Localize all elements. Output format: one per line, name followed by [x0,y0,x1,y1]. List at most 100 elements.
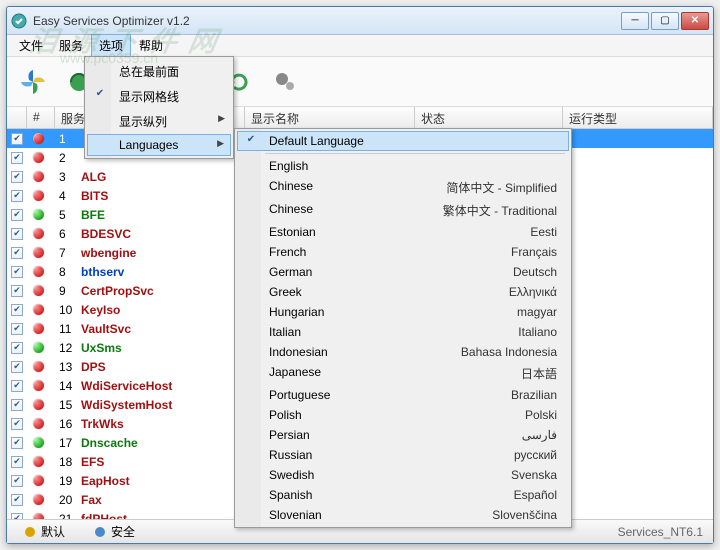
col-state[interactable]: 状态 [415,107,563,128]
row-number: 21 [55,512,77,520]
menu-help[interactable]: 帮助 [131,34,171,57]
row-status-dot [27,340,55,356]
row-number: 15 [55,398,77,412]
row-number: 7 [55,246,77,260]
gear-icon [93,525,107,539]
row-checkbox[interactable]: ✔ [7,228,27,240]
language-native: magyar [517,305,557,319]
language-item[interactable]: Hungarianmagyar [237,302,569,322]
language-en: Italian [269,325,518,339]
row-checkbox[interactable]: ✔ [7,247,27,259]
menu-separator [265,153,565,154]
close-button[interactable]: ✕ [681,12,709,30]
check-icon: ✔ [244,134,258,145]
language-en: Slovenian [269,508,492,522]
opt-show-grid[interactable]: ✔显示网格线 [87,84,231,109]
row-checkbox[interactable]: ✔ [7,171,27,183]
language-item[interactable]: GermanDeutsch [237,262,569,282]
row-checkbox[interactable]: ✔ [7,361,27,373]
row-checkbox[interactable]: ✔ [7,304,27,316]
language-item[interactable]: IndonesianBahasa Indonesia [237,342,569,362]
language-item[interactable]: Russianрусский [237,445,569,465]
menu-options[interactable]: 选项 [91,34,131,57]
row-checkbox[interactable]: ✔ [7,437,27,449]
maximize-button[interactable]: ▢ [651,12,679,30]
menu-file[interactable]: 文件 [11,34,51,57]
col-display-name[interactable]: 显示名称 [245,107,415,128]
language-item[interactable]: ItalianItaliano [237,322,569,342]
language-item[interactable]: English [237,156,569,176]
language-native: Español [514,488,557,502]
row-checkbox[interactable]: ✔ [7,399,27,411]
titlebar[interactable]: Easy Services Optimizer v1.2 ─ ▢ ✕ [7,7,713,35]
language-native: Ελληνικά [509,285,557,299]
language-item[interactable]: ✔Default Language [237,131,569,151]
language-item[interactable]: FrenchFrançais [237,242,569,262]
row-checkbox[interactable]: ✔ [7,418,27,430]
col-checkbox[interactable] [7,107,27,128]
minimize-button[interactable]: ─ [621,12,649,30]
col-run-type[interactable]: 运行类型 [563,107,713,128]
row-checkbox[interactable]: ✔ [7,133,27,145]
language-native: Eesti [530,225,557,239]
language-item[interactable]: Chinese繁体中文 - Traditional [237,199,569,222]
row-checkbox[interactable]: ✔ [7,342,27,354]
language-native: Svenska [511,468,557,482]
menu-service[interactable]: 服务 [51,34,91,57]
status-safe-button[interactable]: 安全 [83,521,145,542]
language-item[interactable]: Japanese日本語 [237,362,569,385]
row-number: 12 [55,341,77,355]
row-checkbox[interactable]: ✔ [7,380,27,392]
language-native: Italiano [518,325,557,339]
row-number: 4 [55,189,77,203]
language-native: Brazilian [511,388,557,402]
row-number: 20 [55,493,77,507]
row-checkbox[interactable]: ✔ [7,494,27,506]
language-en: Persian [269,428,522,442]
toolbar-button-1[interactable] [13,62,53,102]
row-checkbox[interactable]: ✔ [7,456,27,468]
language-item[interactable]: SwedishSvenska [237,465,569,485]
language-item[interactable]: EstonianEesti [237,222,569,242]
row-status-dot [27,264,55,280]
language-item[interactable]: PolishPolski [237,405,569,425]
row-number: 5 [55,208,77,222]
language-native: Français [511,245,557,259]
language-item[interactable]: SlovenianSlovenščina [237,505,569,525]
toolbar-button-6[interactable] [265,62,305,102]
language-item[interactable]: Persianفارسی [237,425,569,445]
row-checkbox[interactable]: ✔ [7,209,27,221]
row-checkbox[interactable]: ✔ [7,475,27,487]
row-status-dot [27,207,55,223]
language-native: Deutsch [513,265,557,279]
pinwheel-icon [18,67,48,97]
chevron-right-icon: ▶ [218,113,225,124]
col-number[interactable]: # [27,107,55,128]
language-item[interactable]: Chinese简体中文 - Simplified [237,176,569,199]
language-native: 日本語 [521,365,557,382]
language-item[interactable]: PortugueseBrazilian [237,385,569,405]
language-item[interactable]: SpanishEspañol [237,485,569,505]
row-checkbox[interactable]: ✔ [7,190,27,202]
language-en: Russian [269,448,514,462]
row-number: 18 [55,455,77,469]
opt-languages[interactable]: Languages▶ [87,134,231,156]
row-checkbox[interactable]: ✔ [7,152,27,164]
chevron-right-icon: ▶ [217,138,224,149]
opt-always-on-top[interactable]: 总在最前面 [87,59,231,84]
row-checkbox[interactable]: ✔ [7,285,27,297]
row-checkbox[interactable]: ✔ [7,266,27,278]
language-en: Indonesian [269,345,461,359]
opt-show-columns[interactable]: 显示纵列▶ [87,109,231,134]
row-number: 19 [55,474,77,488]
row-status-dot [27,150,55,166]
language-item[interactable]: GreekΕλληνικά [237,282,569,302]
row-status-dot [27,435,55,451]
status-default-button[interactable]: 默认 [13,521,75,542]
language-en: German [269,265,513,279]
status-default-label: 默认 [41,523,65,540]
row-checkbox[interactable]: ✔ [7,323,27,335]
row-status-dot [27,188,55,204]
row-number: 17 [55,436,77,450]
row-status-dot [27,302,55,318]
